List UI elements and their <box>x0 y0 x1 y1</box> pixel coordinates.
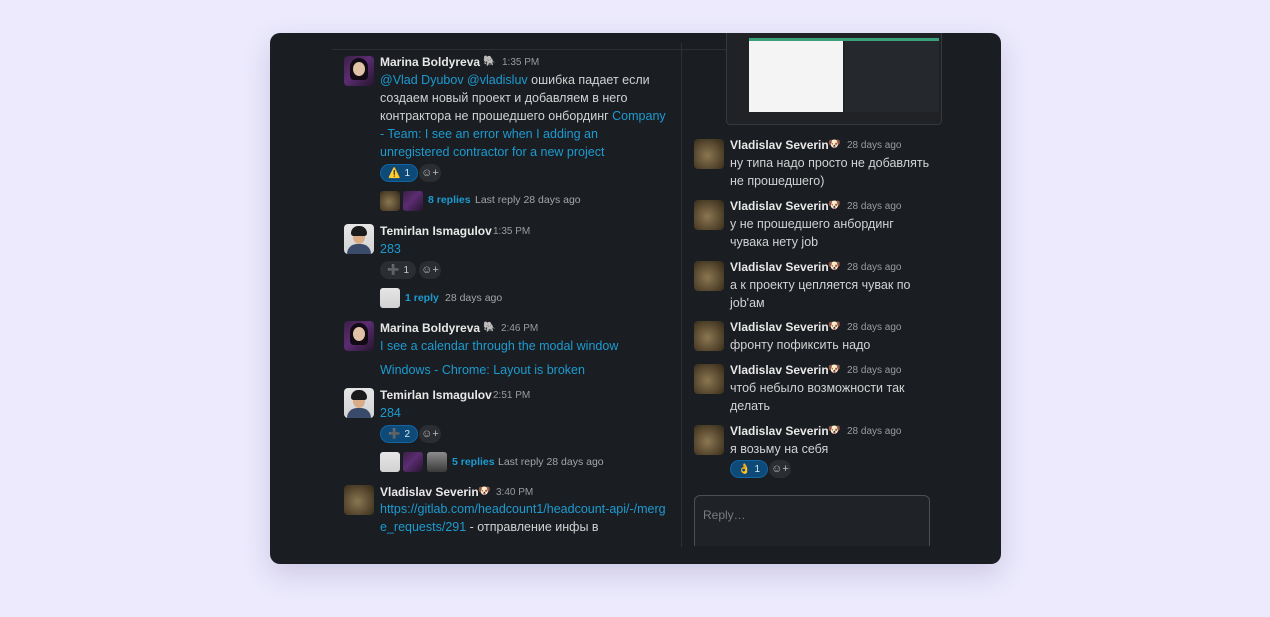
last-reply-text: Last reply 28 days ago <box>498 456 604 468</box>
issue-link[interactable]: I see a calendar through the modal windo… <box>380 337 618 355</box>
author-name[interactable]: Vladislav Severin <box>730 199 829 213</box>
timestamp[interactable]: 1:35 PM <box>502 57 539 68</box>
warning-icon: ⚠️ <box>388 167 401 179</box>
screenshot-attachment[interactable] <box>726 33 942 125</box>
add-reaction-icon[interactable]: ☺+ <box>419 164 441 182</box>
add-reaction-icon[interactable]: ☺+ <box>419 261 441 279</box>
avatar-vladislav[interactable] <box>694 364 724 394</box>
reply-composer[interactable] <box>694 495 930 546</box>
reaction-warning[interactable]: ⚠️ 1 <box>380 164 419 182</box>
timestamp[interactable]: 28 days ago <box>847 426 902 437</box>
avatar-vladislav[interactable] <box>694 139 724 169</box>
timestamp[interactable]: 1:35 PM <box>493 226 530 237</box>
timestamp[interactable]: 28 days ago <box>847 262 902 273</box>
slack-window: Marina Boldyreva 🐘 1:35 PM @Vlad Dyubov … <box>270 33 1001 564</box>
status-badge: 🐶 <box>828 261 841 272</box>
status-badge: 🐶 <box>828 139 841 150</box>
reaction-plus[interactable]: ➕ 2 <box>380 425 419 443</box>
add-reaction-icon[interactable]: ☺+ <box>769 460 791 478</box>
timestamp[interactable]: 28 days ago <box>847 140 902 151</box>
avatar-marina[interactable] <box>344 321 374 351</box>
thread-message-text: у не прошедшего анбординг чувака нету jo… <box>730 217 894 249</box>
status-badge: 🐶 <box>828 425 841 436</box>
thread-message-text: чтоб небыло возможности так делать <box>730 381 905 413</box>
author-name[interactable]: Marina Boldyreva <box>380 321 480 335</box>
author-name[interactable]: Vladislav Severin <box>730 320 829 334</box>
thread-pane: Vladislav Severin 🐶 28 days ago ну типа … <box>682 33 1001 546</box>
issue-link[interactable]: Windows - Chrome: Layout is broken <box>380 361 585 379</box>
status-badge: 🐘 <box>483 56 496 67</box>
timestamp[interactable]: 2:51 PM <box>493 390 530 401</box>
ok-hand-icon: 👌 <box>738 463 751 475</box>
author-name[interactable]: Marina Boldyreva <box>380 55 480 69</box>
avatar-temirlan[interactable] <box>344 224 374 254</box>
timestamp[interactable]: 28 days ago <box>847 322 902 333</box>
author-name[interactable]: Temirlan Ismagulov <box>380 388 492 402</box>
reply-avatar-user <box>427 452 447 472</box>
thread-message-text: я возьму на себя <box>730 442 829 456</box>
add-reaction-icon[interactable]: ☺+ <box>419 425 441 443</box>
avatar-temirlan[interactable] <box>344 388 374 418</box>
reply-avatar-vlad <box>380 191 400 211</box>
message-text: @Vlad Dyubov @vladisluv ошибка падает ес… <box>380 73 666 159</box>
reply-avatar-temirlan <box>380 288 400 308</box>
issue-link[interactable]: 284 <box>380 404 401 422</box>
thread-replies-link[interactable]: 5 replies <box>452 456 495 468</box>
avatar-marina[interactable] <box>344 56 374 86</box>
author-name[interactable]: Vladislav Severin <box>730 138 829 152</box>
plus-icon: ➕ <box>387 264 400 276</box>
avatar-vladislav[interactable] <box>344 485 374 515</box>
thread-replies-link[interactable]: 8 replies <box>428 194 471 206</box>
last-reply-text: Last reply 28 days ago <box>475 194 581 206</box>
avatar-vladislav[interactable] <box>694 321 724 351</box>
mention-link[interactable]: @Vlad Dyubov @vladisluv <box>380 73 528 87</box>
status-badge: 🐶 <box>478 486 491 497</box>
timestamp[interactable]: 2:46 PM <box>501 323 538 334</box>
thread-replies-link[interactable]: 1 reply <box>405 292 439 304</box>
reply-input[interactable] <box>703 506 913 524</box>
channel-messages: Marina Boldyreva 🐘 1:35 PM @Vlad Dyubov … <box>270 33 681 546</box>
author-name[interactable]: Vladislav Severin <box>730 363 829 377</box>
thread-message-text: фронту пофиксить надо <box>730 338 871 352</box>
reply-avatar-temirlan <box>380 452 400 472</box>
reaction-ok[interactable]: 👌 1 <box>730 460 769 478</box>
status-badge: 🐘 <box>483 322 496 333</box>
author-name[interactable]: Vladislav Severin <box>380 485 479 499</box>
reaction-plus[interactable]: ➕ 1 <box>380 261 417 279</box>
status-badge: 🐶 <box>828 364 841 375</box>
issue-link[interactable]: 283 <box>380 240 401 258</box>
thread-message-text: а к проекту цепляется чувак по job'ам <box>730 278 911 310</box>
last-reply-text: 28 days ago <box>445 292 503 304</box>
message-text: https://gitlab.com/headcount1/headcount-… <box>380 502 666 534</box>
reply-avatar-marina <box>403 452 423 472</box>
timestamp[interactable]: 28 days ago <box>847 201 902 212</box>
author-name[interactable]: Vladislav Severin <box>730 260 829 274</box>
plus-icon: ➕ <box>388 428 401 440</box>
author-name[interactable]: Vladislav Severin <box>730 424 829 438</box>
avatar-vladislav[interactable] <box>694 425 724 455</box>
timestamp[interactable]: 3:40 PM <box>496 487 533 498</box>
author-name[interactable]: Temirlan Ismagulov <box>380 224 492 238</box>
thread-message-text: ну типа надо просто не добавлять не прош… <box>730 156 930 188</box>
avatar-vladislav[interactable] <box>694 261 724 291</box>
timestamp[interactable]: 28 days ago <box>847 365 902 376</box>
avatar-vladislav[interactable] <box>694 200 724 230</box>
status-badge: 🐶 <box>828 200 841 211</box>
reply-avatar-marina <box>403 191 423 211</box>
status-badge: 🐶 <box>828 321 841 332</box>
